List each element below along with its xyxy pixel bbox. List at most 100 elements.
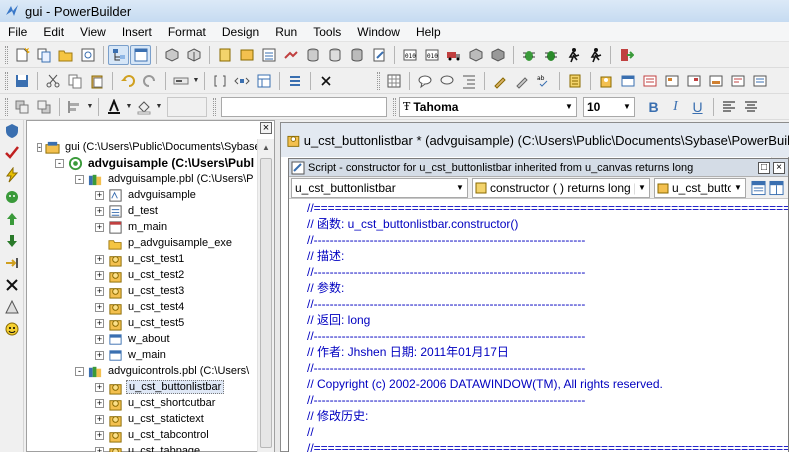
- font-name-dropdown-arrow[interactable]: ▼: [562, 98, 576, 116]
- ancestor-select-arrow[interactable]: ▼: [731, 179, 745, 197]
- script-button[interactable]: [564, 71, 585, 91]
- layout-split-button[interactable]: [768, 179, 785, 196]
- tree-item[interactable]: - advguisample (C:\Users\Publ: [27, 155, 258, 171]
- font-size-dropdown-arrow[interactable]: ▼: [620, 98, 634, 116]
- face-button[interactable]: [1, 186, 23, 208]
- align-dropdown-arrow[interactable]: ▼: [86, 97, 94, 117]
- shield-button[interactable]: [1, 120, 23, 142]
- toolbar-grip[interactable]: [213, 97, 216, 116]
- check-button[interactable]: [1, 142, 23, 164]
- tree-item[interactable]: + u_cst_test1: [27, 251, 258, 267]
- underline-button[interactable]: U: [687, 97, 708, 117]
- background-color-button[interactable]: [133, 97, 154, 117]
- library-button[interactable]: [214, 45, 235, 65]
- tree-item[interactable]: + m_main: [27, 219, 258, 235]
- expand-toggle[interactable]: +: [95, 382, 104, 392]
- ruler-button[interactable]: [1, 296, 23, 318]
- expand-toggle[interactable]: +: [95, 430, 104, 440]
- font-name-select[interactable]: Ŧ Tahoma ▼: [399, 96, 577, 117]
- tree-item[interactable]: + u_cst_test5: [27, 315, 258, 331]
- new-button[interactable]: [11, 45, 32, 65]
- collapse-toggle[interactable]: -: [55, 158, 64, 168]
- tree-item[interactable]: - advguisample.pbl (C:\Users\P: [27, 171, 258, 187]
- redo-button[interactable]: [139, 71, 160, 91]
- tree-item[interactable]: + u_cst_test2: [27, 267, 258, 283]
- menu-view[interactable]: View: [72, 22, 114, 42]
- expand-toggle[interactable]: +: [95, 350, 104, 360]
- indent-button[interactable]: [458, 71, 479, 91]
- toolbar-grip[interactable]: [393, 97, 396, 116]
- database-button[interactable]: [302, 45, 323, 65]
- scroll-up-arrow[interactable]: ▲: [258, 139, 274, 156]
- expand-toggle[interactable]: +: [95, 254, 104, 264]
- close-painter-button[interactable]: [315, 71, 336, 91]
- menu-design[interactable]: Design: [214, 22, 267, 42]
- paste-sql-button[interactable]: [511, 71, 532, 91]
- undo-button[interactable]: [117, 71, 138, 91]
- select-object-button[interactable]: [209, 71, 230, 91]
- tree-item[interactable]: + w_about: [27, 331, 258, 347]
- collapse-toggle[interactable]: -: [75, 366, 84, 376]
- pipeline-button[interactable]: [280, 45, 301, 65]
- component-button[interactable]: [465, 45, 486, 65]
- event-select-arrow[interactable]: ▼: [635, 179, 649, 197]
- debug-button[interactable]: [518, 45, 539, 65]
- menu-edit[interactable]: Edit: [35, 22, 72, 42]
- tree-item[interactable]: + advguisample: [27, 187, 258, 203]
- scroll-thumb[interactable]: [260, 158, 272, 448]
- expand-toggle[interactable]: +: [95, 206, 104, 216]
- dbadmin-button[interactable]: [324, 45, 345, 65]
- inherit-button[interactable]: [33, 45, 54, 65]
- system-tree-button[interactable]: [108, 44, 129, 65]
- browser-button[interactable]: [77, 45, 98, 65]
- expand-toggle[interactable]: +: [95, 222, 104, 232]
- tree-item[interactable]: p_advguisample_exe: [27, 235, 258, 251]
- user-object-button[interactable]: [595, 71, 616, 91]
- event-button[interactable]: [705, 71, 726, 91]
- output-window-button[interactable]: [130, 44, 151, 65]
- expand-toggle[interactable]: +: [95, 398, 104, 408]
- toolbar-grip[interactable]: [377, 71, 380, 90]
- bring-front-button[interactable]: [11, 97, 32, 117]
- expand-toggle[interactable]: +: [95, 286, 104, 296]
- expand-toggle[interactable]: +: [95, 334, 104, 344]
- build-button[interactable]: [161, 45, 182, 65]
- deploy-button[interactable]: [183, 45, 204, 65]
- object-select[interactable]: u_cst_buttonlistbar ▼: [291, 177, 468, 198]
- expand-toggle[interactable]: +: [95, 446, 104, 452]
- menu-object-button[interactable]: [639, 71, 660, 91]
- menu-help[interactable]: Help: [408, 22, 449, 42]
- exit-button[interactable]: [615, 45, 636, 65]
- tree-close-button[interactable]: ×: [260, 122, 272, 134]
- event-select[interactable]: constructor ( ) returns long [p ▼: [472, 177, 650, 198]
- collapse-toggle[interactable]: -: [75, 174, 84, 184]
- expand-toggle[interactable]: +: [95, 190, 104, 200]
- expand-toggle[interactable]: +: [95, 302, 104, 312]
- align-center-button[interactable]: [740, 97, 761, 117]
- expand-toggle[interactable]: +: [95, 270, 104, 280]
- send-back-button[interactable]: [33, 97, 54, 117]
- truck-button[interactable]: [443, 45, 464, 65]
- style-combo[interactable]: [167, 96, 207, 117]
- properties-button[interactable]: [284, 71, 305, 91]
- tree-item[interactable]: + d_test: [27, 203, 258, 219]
- datawindow-button[interactable]: [258, 45, 279, 65]
- component2-button[interactable]: [487, 45, 508, 65]
- toolbar-grip[interactable]: [5, 71, 8, 90]
- script-code-editor[interactable]: //======================================…: [289, 200, 788, 452]
- database-painter-button[interactable]: [346, 45, 367, 65]
- stop-debug-button[interactable]: [1, 274, 23, 296]
- tree-item[interactable]: + w_main: [27, 347, 258, 363]
- function-button[interactable]: [683, 71, 704, 91]
- declare-button[interactable]: [727, 71, 748, 91]
- font-size-select[interactable]: 10 ▼: [583, 96, 635, 117]
- align-left-button[interactable]: [718, 97, 739, 117]
- window-object-button[interactable]: [617, 71, 638, 91]
- tree-item[interactable]: + u_cst_test4: [27, 299, 258, 315]
- tree-scrollbar[interactable]: ▲: [257, 139, 274, 452]
- uncomment-button[interactable]: [436, 71, 457, 91]
- object-select-arrow[interactable]: ▼: [453, 179, 467, 197]
- text-color-button[interactable]: [103, 97, 124, 117]
- control-dropdown-arrow[interactable]: ▼: [192, 71, 200, 91]
- menu-run[interactable]: Run: [267, 22, 305, 42]
